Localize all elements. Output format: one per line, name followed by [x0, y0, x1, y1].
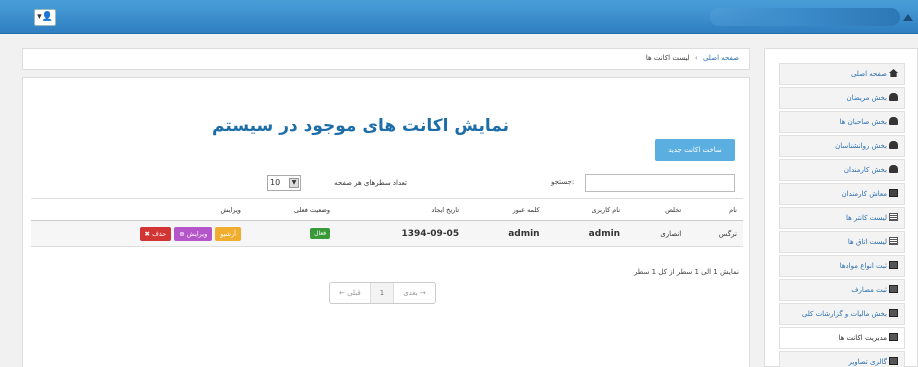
delete-label: حذف — [152, 229, 167, 238]
breadcrumb: صفحه اصلی › لیست اکانت ها — [22, 48, 750, 70]
home-icon — [889, 69, 898, 77]
page-length-select[interactable]: 10 ▼ — [267, 175, 301, 191]
page-length-value: 10 — [270, 178, 281, 187]
edit-label: ویرایش — [186, 229, 208, 238]
breadcrumb-current: لیست اکانت ها — [645, 54, 690, 62]
column-header-last-name[interactable]: تخلص — [626, 198, 688, 221]
cell-last-name: انصاری — [626, 220, 688, 247]
sidebar-item-home[interactable]: صفحه اصلی — [779, 63, 905, 85]
briefcase-icon — [889, 189, 898, 197]
sidebar-item-label: لیست اتاق ها — [847, 238, 887, 246]
chart-icon — [889, 309, 898, 317]
sidebar-item-tax-reports[interactable]: بخش مالیات و گزارشات کلی — [779, 303, 905, 325]
cell-password: admin — [465, 220, 546, 247]
breadcrumb-separator: › — [694, 54, 698, 62]
sidebar-item-label: مدیریت اکانت ها — [838, 334, 887, 342]
search-input[interactable] — [585, 174, 735, 192]
pagination-prev[interactable]: ← قبلی — [330, 283, 370, 303]
column-header-password[interactable]: کلمه عبور — [465, 198, 546, 221]
sidebar-item-psychologists[interactable]: بخش روانشناسان — [779, 135, 905, 157]
sidebar: صفحه اصلی بخش مریضان بخش صاحبان ها بخش ر… — [764, 48, 918, 367]
cell-first-name: نرگس — [687, 220, 743, 247]
sidebar-item-label: لیست کانتر ها — [845, 214, 887, 222]
sidebar-item-accounts[interactable]: مدیریت اکانت ها — [779, 327, 905, 349]
chart-icon — [889, 333, 898, 341]
column-header-created[interactable]: تاریخ ایجاد — [336, 198, 466, 221]
edit-button[interactable]: ویرایش ⊕ — [174, 226, 213, 241]
table-row: نرگس انصاری admin admin 1394-09-05 فعال … — [31, 220, 743, 247]
user-icon — [889, 141, 898, 149]
sidebar-item-label: بخش کارمندان — [843, 166, 887, 174]
caret-up-icon — [903, 14, 913, 21]
search-label: جستجو: — [551, 178, 575, 186]
sidebar-item-label: ثبت انواع موادها — [839, 262, 887, 270]
chart-icon — [889, 285, 898, 293]
column-header-status[interactable]: وضعیت فعلی — [246, 198, 337, 221]
archive-button[interactable]: آرشیو — [215, 226, 241, 241]
breadcrumb-home-link[interactable]: صفحه اصلی — [703, 54, 739, 62]
column-header-first-name[interactable]: نام — [687, 198, 743, 221]
sidebar-item-label: ثبت مصارف — [851, 286, 887, 294]
sidebar-item-label: گالری تصاویر — [848, 358, 887, 366]
brand-logo — [710, 8, 900, 26]
chart-icon — [889, 261, 898, 269]
cell-actions: آرشیوویرایش ⊕حذف ✖ — [31, 220, 247, 247]
column-header-edit: ویرایش — [31, 198, 247, 221]
pagination-page-1[interactable]: 1 — [369, 283, 394, 303]
sidebar-item-label: صفحه اصلی — [850, 70, 887, 78]
page-title: نمایش اکانت های موجود در سیستم — [212, 116, 509, 136]
sidebar-item-label: بخش صاحبان ها — [839, 118, 887, 126]
cell-username: admin — [545, 220, 627, 247]
search-icon: ⊕ — [179, 229, 185, 238]
sidebar-item-patients[interactable]: بخش مریضان — [779, 87, 905, 109]
close-icon: ✖ — [144, 229, 150, 238]
dropdown-arrow-icon: ▼ — [289, 178, 299, 188]
sidebar-item-gallery[interactable]: گالری تصاویر — [779, 351, 905, 367]
user-icon — [889, 165, 898, 173]
sidebar-item-label: بخش روانشناسان — [835, 142, 887, 150]
sidebar-item-salaries[interactable]: معاش کارمندان — [779, 183, 905, 205]
sidebar-item-expenses[interactable]: ثبت مصارف — [779, 279, 905, 301]
column-header-username[interactable]: نام کاربری — [545, 198, 627, 221]
sidebar-item-materials[interactable]: ثبت انواع موادها — [779, 255, 905, 277]
main-panel: نمایش اکانت های موجود در سیستم ساخت اکان… — [22, 77, 750, 367]
cell-status: فعال — [246, 220, 337, 247]
user-icon — [889, 93, 898, 101]
sidebar-item-counters[interactable]: لیست کانتر ها — [779, 207, 905, 229]
table-info-text: نمایش 1 الی 1 سطر از کل 1 سطر — [633, 268, 739, 276]
sidebar-item-employees[interactable]: بخش کارمندان — [779, 159, 905, 181]
chart-icon — [889, 357, 898, 365]
top-navbar: ▾👤 — [0, 0, 918, 34]
table-icon — [889, 213, 898, 221]
table-icon — [889, 237, 898, 245]
cell-created: 1394-09-05 — [336, 220, 466, 247]
pagination: ← قبلی 1 بعدی → — [329, 282, 436, 304]
table-header-row: نام تخلص نام کاربری کلمه عبور تاریخ ایجا… — [31, 198, 743, 221]
pagination-next[interactable]: بعدی → — [393, 283, 435, 303]
new-account-button[interactable]: ساخت اکانت جدید — [655, 139, 735, 161]
accounts-table: نام تخلص نام کاربری کلمه عبور تاریخ ایجا… — [31, 198, 743, 247]
sidebar-item-label: معاش کارمندان — [841, 190, 888, 198]
sidebar-item-label: بخش مالیات و گزارشات کلی — [801, 310, 887, 318]
search-box: جستجو: — [551, 174, 735, 192]
delete-button[interactable]: حذف ✖ — [139, 226, 172, 241]
page-length-control: تعداد سطرهای هر صفحه 10 ▼ — [267, 175, 407, 193]
sidebar-item-owners[interactable]: بخش صاحبان ها — [779, 111, 905, 133]
status-badge: فعال — [310, 228, 331, 239]
page-length-label: تعداد سطرهای هر صفحه — [334, 179, 407, 187]
sidebar-item-rooms[interactable]: لیست اتاق ها — [779, 231, 905, 253]
user-menu-button[interactable]: ▾👤 — [34, 9, 56, 26]
user-icon — [889, 117, 898, 125]
sidebar-item-label: بخش مریضان — [846, 94, 887, 102]
